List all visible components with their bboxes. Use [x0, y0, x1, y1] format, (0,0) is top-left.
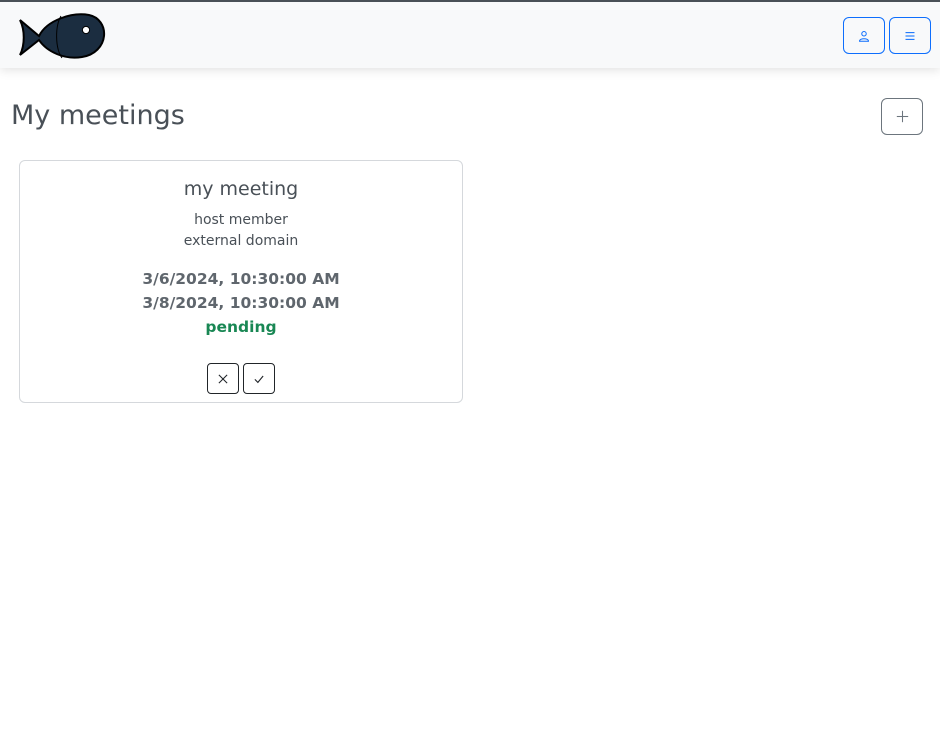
meeting-host: host member	[194, 212, 288, 228]
meeting-title: my meeting	[183, 178, 299, 200]
decline-meeting-button[interactable]	[207, 363, 239, 394]
meeting-actions	[20, 363, 462, 394]
meeting-end-time: 3/8/2024, 10:30:00 AM	[142, 294, 340, 312]
add-meeting-button[interactable]	[881, 98, 923, 135]
meeting-card: my meeting host member external domain 3…	[19, 160, 463, 403]
accept-meeting-button[interactable]	[243, 363, 275, 394]
fish-logo-icon[interactable]	[17, 12, 107, 62]
meeting-status: pending	[205, 318, 277, 336]
top-navbar	[0, 0, 940, 68]
page-title: My meetings	[11, 100, 185, 131]
user-button[interactable]	[843, 17, 885, 54]
meeting-start-time: 3/6/2024, 10:30:00 AM	[142, 270, 340, 288]
close-icon	[218, 374, 228, 383]
meeting-domain: external domain	[183, 233, 299, 249]
check-icon	[254, 375, 264, 383]
person-icon	[859, 30, 869, 42]
hamburger-menu-icon	[905, 31, 915, 40]
menu-button[interactable]	[889, 17, 931, 54]
plus-icon	[896, 110, 908, 123]
